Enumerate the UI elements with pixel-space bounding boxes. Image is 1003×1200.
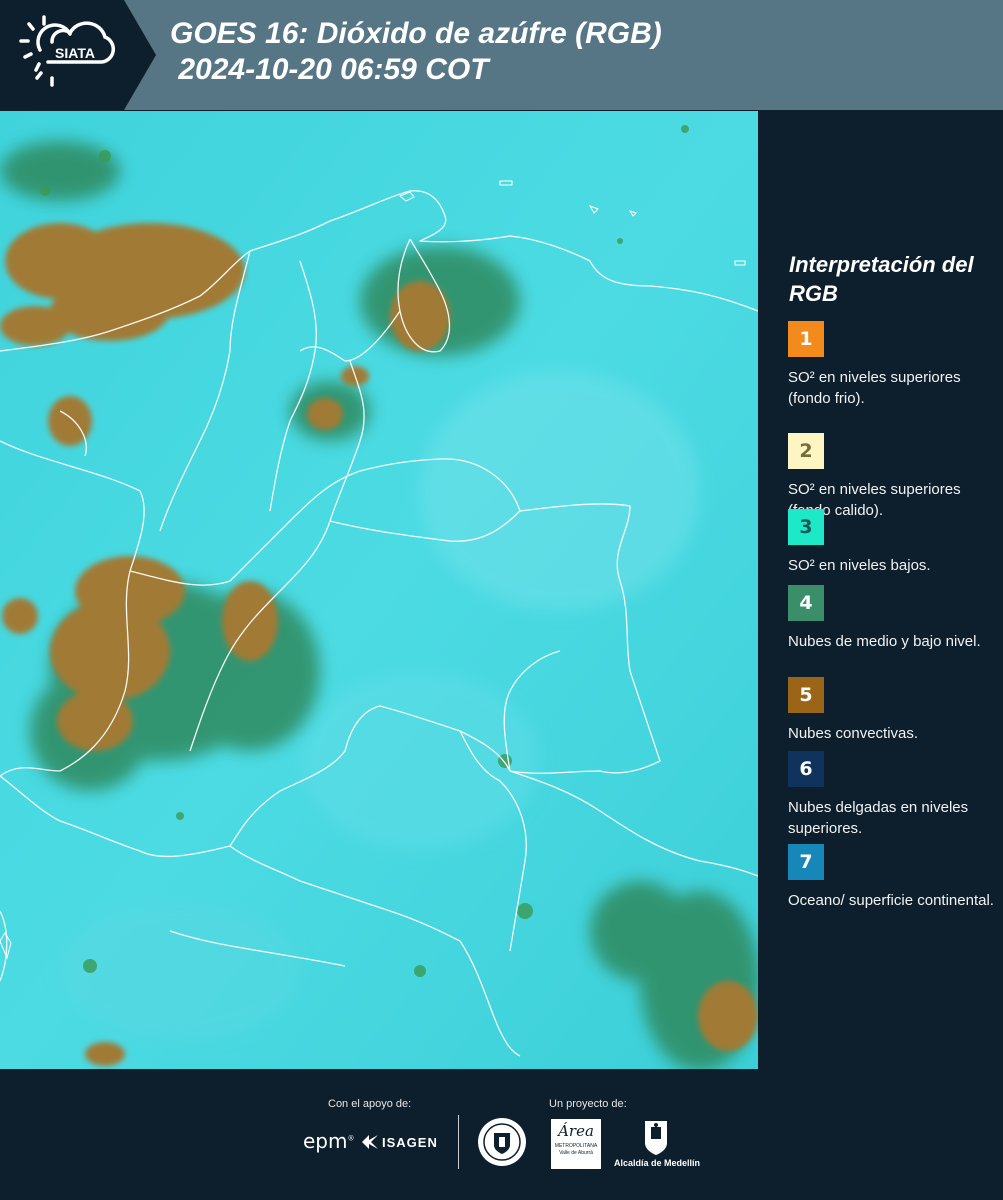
footer-divider: [458, 1115, 459, 1169]
area-metropolitana-logo: Área METROPOLITANA Valle de Aburrá: [551, 1119, 601, 1169]
area-script-text: Área: [558, 1122, 594, 1140]
legend-label: SO² en niveles bajos.: [788, 557, 931, 574]
legend-item-2: 2 SO² en niveles superiores (fondo calido…: [788, 433, 998, 521]
legend-label: Nubes delgadas en niveles superiores.: [788, 799, 969, 837]
legend-swatch: 3: [788, 509, 824, 545]
legend-label: Oceano/ superficie continental.: [788, 892, 994, 909]
legend-panel: Interpretación del RGB 1 SO² en niveles s…: [760, 111, 1003, 1069]
isagen-logo-text: ISAGEN: [382, 1134, 438, 1150]
legend-item-7: 7 Oceano/ superficie continental.: [788, 844, 998, 911]
epm-logo: epm®: [303, 1129, 355, 1153]
legend-swatch: 1: [788, 321, 824, 357]
siata-logo: SIATA: [0, 0, 156, 110]
isagen-mark-icon: [362, 1135, 378, 1149]
support-label: Con el apoyo de:: [328, 1098, 412, 1110]
title-timestamp: 2024-10-20 06:59 COT: [170, 53, 489, 86]
isagen-logo: ISAGEN: [360, 1133, 438, 1151]
legend-swatch: 2: [788, 433, 824, 469]
legend-item-5: 5 Nubes convectivas.: [788, 677, 998, 744]
area-sub-text: Valle de Aburrá: [559, 1150, 593, 1156]
legend-swatch: 6: [788, 751, 824, 787]
medellin-seal-icon: [478, 1118, 526, 1166]
area-name-text: METROPOLITANA: [554, 1143, 598, 1149]
title-product: GOES 16: Dióxido de azúfre (RGB): [170, 17, 662, 50]
header: SIATA GOES 16: Dióxido de azúfre (RGB) 2…: [0, 0, 1003, 110]
legend-swatch: 7: [788, 844, 824, 880]
alcaldia-shield-icon: [645, 1121, 667, 1155]
legend-item-6: 6 Nubes delgadas en niveles superiores.: [788, 751, 998, 839]
footer: Con el apoyo de: Un proyecto de: epm® IS…: [0, 1069, 1003, 1200]
legend-swatch: 4: [788, 585, 824, 621]
alcaldia-text: Alcaldía de Medellín: [613, 1158, 701, 1168]
page-title: GOES 16: Dióxido de azúfre (RGB) 2024-10…: [170, 16, 662, 88]
legend-item-1: 1 SO² en niveles superiores (fondo frio).: [788, 321, 998, 409]
legend-item-3: 3 SO² en niveles bajos.: [788, 509, 998, 576]
epm-logo-text: epm: [303, 1129, 348, 1153]
project-label: Un proyecto de:: [549, 1098, 627, 1110]
satellite-map[interactable]: [0, 111, 758, 1069]
logo-text: SIATA: [55, 45, 95, 61]
map-image: [0, 111, 758, 1069]
legend-swatch: 5: [788, 677, 824, 713]
legend-label: Nubes convectivas.: [788, 725, 919, 742]
legend-label: Nubes de medio y bajo nivel.: [788, 633, 981, 650]
legend-item-4: 4 Nubes de medio y bajo nivel.: [788, 585, 998, 652]
legend-label: SO² en niveles superiores (fondo frio).: [788, 369, 961, 407]
legend-title: Interpretación del RGB: [789, 252, 974, 306]
